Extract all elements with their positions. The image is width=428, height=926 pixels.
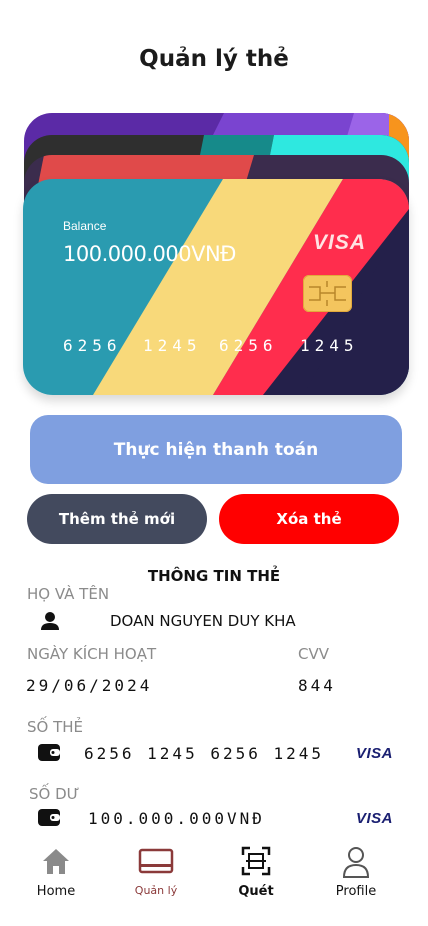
cvv-value: 844 xyxy=(298,676,336,695)
nav-item-home[interactable]: Home xyxy=(16,846,96,899)
user-icon xyxy=(40,611,60,636)
chip-icon xyxy=(303,275,352,312)
page-title: Quản lý thẻ xyxy=(139,46,289,72)
balance-info-value: 100.000.000VNĐ xyxy=(88,809,265,828)
name-value: DOAN NGUYEN DUY KHA xyxy=(110,612,296,630)
card-number-group: 6256 xyxy=(219,336,278,355)
main-card[interactable]: Balance 100.000.000VNĐ VISA 6256 1245 62… xyxy=(23,179,409,395)
balance-label: Balance xyxy=(63,219,107,233)
user-icon xyxy=(342,847,370,878)
balance-info-label: SỐ DƯ xyxy=(29,785,80,803)
name-label: HỌ VÀ TÊN xyxy=(27,585,110,603)
activation-value: 29/06/2024 xyxy=(26,676,153,695)
card-number-value: 6256 1245 6256 1245 xyxy=(84,744,325,763)
activation-label: NGÀY KÍCH HOẠT xyxy=(27,645,157,663)
home-icon xyxy=(43,849,69,874)
balance-value: 100.000.000VNĐ xyxy=(63,242,236,266)
nav-item-scan[interactable]: Quét xyxy=(216,846,296,899)
nav-label: Home xyxy=(36,884,76,899)
card-icon xyxy=(138,848,174,874)
wallet-icon xyxy=(38,809,60,831)
card-number-group: 1245 xyxy=(143,336,202,355)
card-number-label: SỐ THẺ xyxy=(27,718,84,736)
card-number-group: 1245 xyxy=(300,336,359,355)
pay-button[interactable]: Thực hiện thanh toán xyxy=(30,415,402,484)
visa-logo: VISA xyxy=(313,231,367,254)
card-number-group: 6256 xyxy=(63,336,122,355)
cvv-label: CVV xyxy=(298,645,329,663)
nav-item-manage[interactable]: Quản lý xyxy=(116,846,196,897)
scan-icon xyxy=(241,846,271,876)
delete-card-button[interactable]: Xóa thẻ xyxy=(219,494,399,544)
nav-label: Quét xyxy=(238,884,274,899)
nav-label: Quản lý xyxy=(134,884,178,897)
wallet-icon xyxy=(38,744,60,766)
visa-logo: VISA xyxy=(356,810,394,827)
visa-logo: VISA xyxy=(356,745,394,762)
add-card-button[interactable]: Thêm thẻ mới xyxy=(27,494,207,544)
nav-item-profile[interactable]: Profile xyxy=(316,846,396,899)
section-title: THÔNG TIN THẺ xyxy=(147,567,281,585)
nav-label: Profile xyxy=(335,884,377,899)
